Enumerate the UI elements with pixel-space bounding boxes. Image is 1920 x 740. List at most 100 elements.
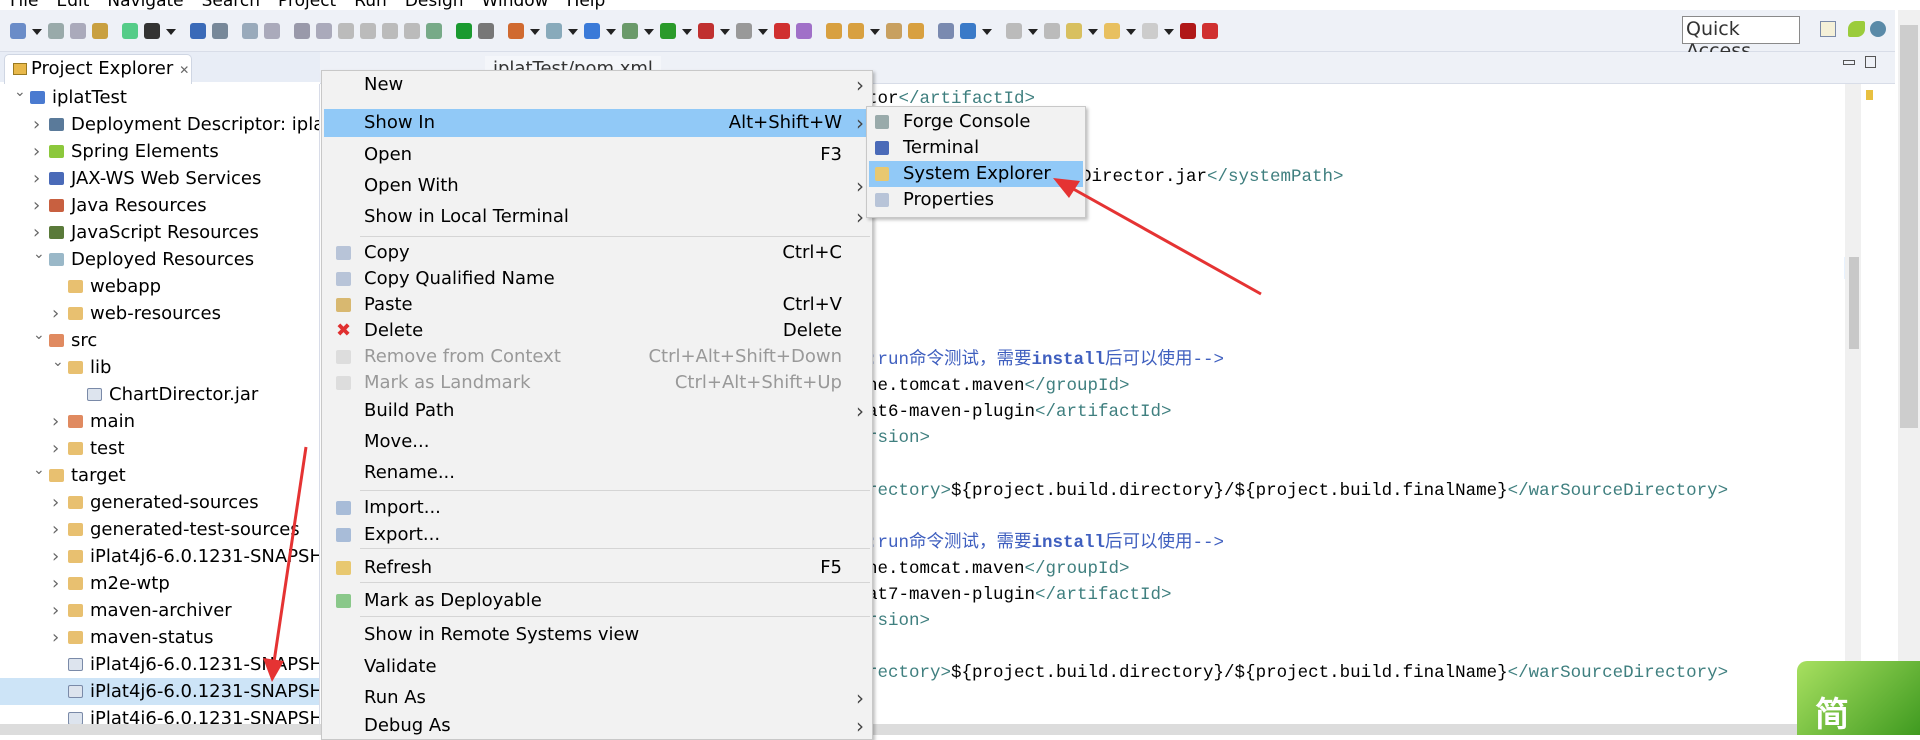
suspend-icon[interactable] xyxy=(264,23,280,39)
stop-icon[interactable] xyxy=(736,23,752,39)
tree-item[interactable]: › Deployment Descriptor: iplat xyxy=(0,111,319,138)
redhat-icon[interactable] xyxy=(1180,23,1196,39)
editor-scrollbar-thumb[interactable] xyxy=(1849,257,1859,349)
menu-item-move[interactable]: Move... xyxy=(324,428,870,456)
monitor-icon[interactable] xyxy=(190,23,206,39)
build-icon[interactable] xyxy=(886,23,902,39)
run-icon[interactable] xyxy=(660,23,676,39)
menu-item-show-in-local-terminal[interactable]: Show in Local Terminal › xyxy=(324,203,870,231)
dropdown-arrow-icon[interactable] xyxy=(644,29,654,35)
menu-item-validate[interactable]: Validate xyxy=(324,653,870,681)
tree-item[interactable]: › iPlat4j6-6.0.1231-SNAPSH xyxy=(0,543,319,570)
menu-item-new[interactable]: New › xyxy=(324,71,870,99)
tree-item[interactable]: ⌄ src xyxy=(0,327,319,354)
prev-annotation-icon[interactable] xyxy=(1044,23,1060,39)
chevron-right-icon[interactable]: › xyxy=(33,111,45,138)
drop-frame-icon[interactable] xyxy=(404,23,420,39)
save-icon[interactable] xyxy=(48,23,64,39)
chevron-right-icon[interactable]: › xyxy=(33,138,45,165)
tree-item[interactable]: › main xyxy=(0,408,319,435)
tree-item[interactable]: ChartDirector.jar xyxy=(0,381,319,408)
print-icon[interactable] xyxy=(92,23,108,39)
pin-icon[interactable] xyxy=(212,23,228,39)
menu-item-mark-as-landmark[interactable]: Mark as Landmark Ctrl+Alt+Shift+Up xyxy=(324,369,870,397)
step-over-icon[interactable] xyxy=(360,23,376,39)
tree-item[interactable]: webapp xyxy=(0,273,319,300)
close-icon[interactable]: ✕ xyxy=(179,63,189,77)
chevron-down-icon[interactable]: ⌄ xyxy=(33,241,45,268)
menu-item-remove-from-context[interactable]: Remove from Context Ctrl+Alt+Shift+Down xyxy=(324,343,870,371)
tree-item[interactable]: › maven-archiver xyxy=(0,597,319,624)
save-all-icon[interactable] xyxy=(70,23,86,39)
step-return-icon[interactable] xyxy=(382,23,398,39)
chevron-right-icon[interactable]: › xyxy=(52,570,64,597)
menu-item-build-path[interactable]: Build Path › xyxy=(324,397,870,425)
menu-item-refresh[interactable]: Refresh F5 xyxy=(324,554,870,582)
open-project-icon[interactable] xyxy=(826,23,842,39)
open-perspective-icon[interactable] xyxy=(1820,21,1836,37)
chevron-right-icon[interactable]: › xyxy=(52,597,64,624)
window-scrollbar-thumb[interactable] xyxy=(1900,25,1918,428)
dropdown-arrow-icon[interactable] xyxy=(870,29,880,35)
refresh-icon[interactable] xyxy=(122,23,138,39)
server-start-icon[interactable] xyxy=(456,23,472,39)
tree-item[interactable]: › generated-sources xyxy=(0,489,319,516)
tree-item[interactable]: › maven-status xyxy=(0,624,319,651)
chevron-right-icon[interactable]: › xyxy=(52,489,64,516)
menu-item-export[interactable]: Export... xyxy=(324,521,870,549)
menu-item-debug-as[interactable]: Debug As › xyxy=(324,712,870,739)
tree-item[interactable]: ⌄ lib xyxy=(0,354,319,381)
chevron-right-icon[interactable]: › xyxy=(33,165,45,192)
tree-item[interactable]: › test xyxy=(0,435,319,462)
chevron-right-icon[interactable]: › xyxy=(52,516,64,543)
dropdown-arrow-icon[interactable] xyxy=(758,29,768,35)
spring-perspective-icon[interactable] xyxy=(1848,21,1865,37)
dropdown-arrow-icon[interactable] xyxy=(1164,29,1174,35)
open-type-icon[interactable] xyxy=(796,23,812,39)
horizontal-scrollbar[interactable] xyxy=(0,724,1920,735)
chevron-right-icon[interactable]: › xyxy=(52,543,64,570)
tree-item[interactable]: iPlat4j6-6.0.1231-SNAPSH xyxy=(0,705,319,724)
chevron-down-icon[interactable]: ⌄ xyxy=(33,457,45,484)
tree-item[interactable]: › JAX-WS Web Services xyxy=(0,165,319,192)
menu-item-open[interactable]: Open F3 xyxy=(324,141,870,169)
chevron-right-icon[interactable]: › xyxy=(33,192,45,219)
back-icon[interactable] xyxy=(1104,23,1120,39)
debug-icon[interactable] xyxy=(622,23,638,39)
menu-item-copy[interactable]: Copy Ctrl+C xyxy=(324,239,870,267)
maximize-icon[interactable] xyxy=(1865,56,1876,68)
menu-item-delete[interactable]: ✖ Delete Delete xyxy=(324,317,870,345)
dropdown-arrow-icon[interactable] xyxy=(530,29,540,35)
menu-item-import[interactable]: Import... xyxy=(324,494,870,522)
tree-item[interactable]: iPlat4j6-6.0.1231-SNAPSH xyxy=(0,678,319,705)
editor-scrollbar[interactable] xyxy=(1845,84,1861,724)
submenu-item-forge-console[interactable]: Forge Console xyxy=(869,109,1083,135)
chevron-right-icon[interactable]: › xyxy=(52,408,64,435)
skip-breakpoints-icon[interactable] xyxy=(426,23,442,39)
menu-item-show-in-remote-systems-view[interactable]: Show in Remote Systems view xyxy=(324,621,870,649)
console-icon[interactable] xyxy=(478,23,494,39)
menu-item-copy-qualified-name[interactable]: Copy Qualified Name xyxy=(324,265,870,293)
minimize-icon[interactable] xyxy=(1843,60,1855,65)
new-icon[interactable] xyxy=(10,23,26,39)
overview-ruler-marker[interactable] xyxy=(1866,90,1873,100)
tree-item[interactable]: › web-resources xyxy=(0,300,319,327)
debug-perspective-icon[interactable] xyxy=(1870,21,1886,37)
last-edit-icon[interactable] xyxy=(1066,23,1082,39)
dropdown-arrow-icon[interactable] xyxy=(1028,29,1038,35)
profile-icon[interactable] xyxy=(144,23,160,39)
tree-item[interactable]: ⌄ Deployed Resources xyxy=(0,246,319,273)
menu-item-open-with[interactable]: Open With › xyxy=(324,172,870,200)
tree-item[interactable]: › m2e-wtp xyxy=(0,570,319,597)
chevron-right-icon[interactable]: › xyxy=(52,435,64,462)
quick-access-input[interactable]: Quick Access xyxy=(1682,16,1800,62)
chevron-right-icon[interactable]: › xyxy=(52,624,64,651)
step-into-icon[interactable] xyxy=(338,23,354,39)
dropdown-arrow-icon[interactable] xyxy=(982,29,992,35)
menu-item-show-in[interactable]: Show In Alt+Shift+W › xyxy=(324,109,870,137)
dropdown-arrow-icon[interactable] xyxy=(32,29,42,35)
open-folder-icon[interactable] xyxy=(848,23,864,39)
globe-icon[interactable] xyxy=(960,23,976,39)
sync-icon[interactable] xyxy=(1202,23,1218,39)
dropdown-arrow-icon[interactable] xyxy=(568,29,578,35)
